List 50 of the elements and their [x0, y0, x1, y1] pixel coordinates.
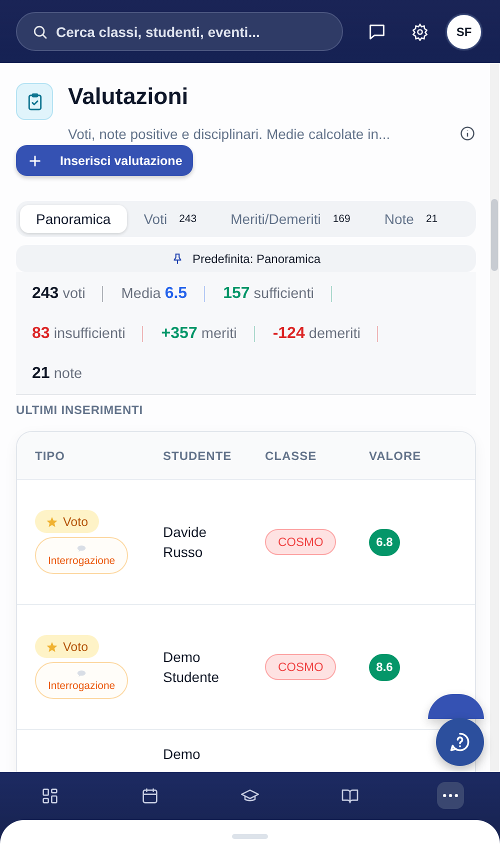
grade-badge: 8.6 [369, 654, 400, 680]
page-subtitle: Voti, note positive e disciplinari. Medie calcolate in... [68, 126, 392, 142]
type-badge: Voto [35, 510, 100, 533]
stat-label: -124 demeriti [272, 325, 360, 343]
column-header[interactable]: VALORE [369, 448, 475, 462]
help-icon [449, 731, 471, 753]
clipboard-icon [16, 83, 53, 120]
student-name: Davide Russo [163, 523, 208, 562]
stat-label: 21 note [32, 365, 82, 383]
speech-bubble-icon [77, 544, 86, 552]
grid-icon [40, 786, 60, 806]
stat-label: 83 insufficienti [32, 325, 126, 343]
user-avatar[interactable]: SF [446, 14, 482, 50]
tab[interactable]: Note 21 [367, 205, 455, 233]
tab[interactable]: Meriti/Demeriti 169 [214, 205, 368, 233]
settings-icon[interactable] [411, 22, 429, 40]
stat-label: 157 sufficienti [223, 285, 314, 303]
class-tag: COSMO [265, 529, 336, 555]
search-input[interactable]: Cerca classi, studenti, eventi... [56, 24, 316, 40]
class-tag: COSMO [265, 654, 336, 680]
page-title: Valutazioni [68, 83, 190, 109]
nav-button[interactable] [436, 782, 464, 809]
column-header[interactable]: CLASSE [265, 448, 369, 462]
tab[interactable]: Panoramica [20, 205, 127, 233]
info-icon[interactable] [460, 126, 475, 141]
column-header[interactable]: TIPO [35, 448, 163, 462]
chat-icon[interactable] [367, 22, 387, 42]
subtype-badge: Interrogazione [35, 662, 128, 699]
stat-label: Media 6.5 [121, 285, 188, 303]
tab[interactable]: Voti 243 [126, 205, 214, 233]
search-icon [32, 24, 48, 40]
stat-label: 243 voti [32, 285, 86, 303]
star-icon [46, 640, 58, 652]
more-icon [442, 794, 458, 798]
type-badge: Voto [35, 635, 100, 658]
stat-label: +357 meriti [161, 325, 237, 343]
grade-badge: 6.8 [369, 528, 400, 556]
sheet-handle[interactable] [232, 834, 268, 839]
add-evaluation-button[interactable]: Inserisci valutazione [16, 145, 194, 176]
star-icon [46, 516, 58, 528]
section-title: ULTIMI INSERIMENTI [16, 403, 144, 417]
column-header[interactable]: STUDENTE [163, 448, 265, 462]
subtype-badge: Interrogazione [35, 537, 128, 574]
speech-bubble-icon [77, 670, 86, 676]
default-view-label: Predefinita: Panoramica [192, 252, 321, 266]
plus-icon [28, 154, 42, 168]
calendar-icon [140, 786, 160, 806]
student-name: Demo [163, 745, 202, 764]
search-field[interactable]: Cerca classi, studenti, eventi... [16, 12, 343, 51]
student-name: Demo Studente [163, 648, 220, 687]
